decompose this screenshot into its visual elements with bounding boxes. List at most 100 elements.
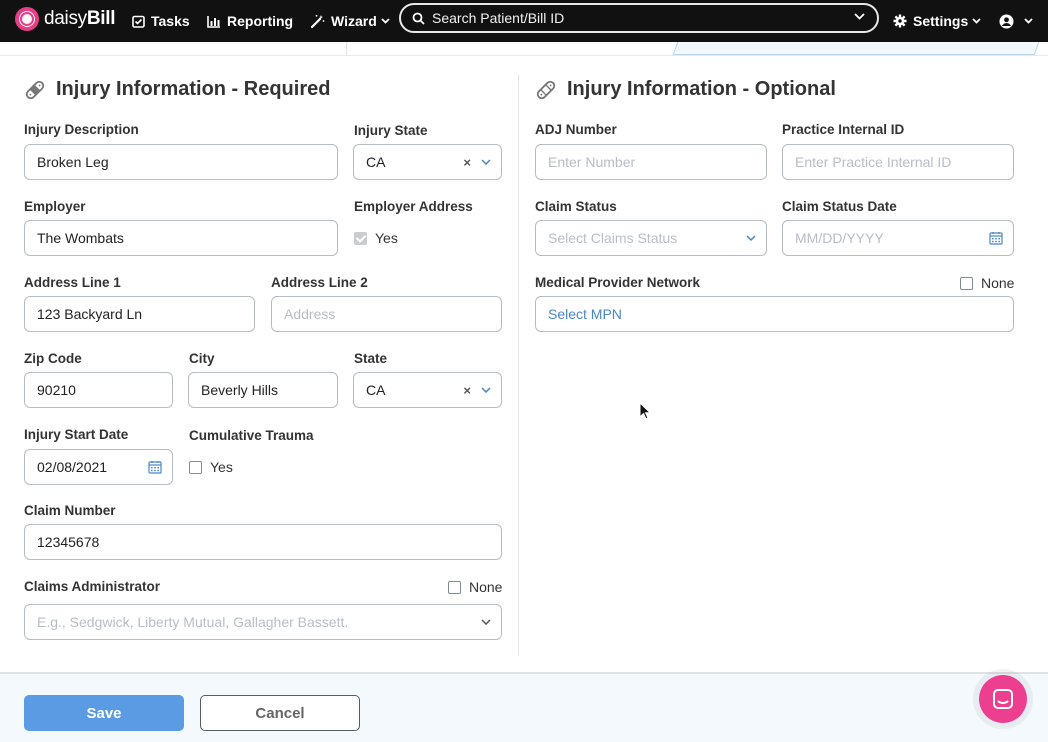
chevron-down-icon[interactable]: [481, 159, 491, 165]
mpn-select[interactable]: Select MPN: [535, 296, 1014, 332]
employer-field[interactable]: [24, 220, 338, 256]
injury-description-input[interactable]: [37, 154, 337, 170]
checkbox-checked[interactable]: [354, 231, 367, 245]
claim-number-label: Claim Number: [24, 503, 116, 518]
address-line1-input[interactable]: [37, 306, 254, 322]
nav-settings[interactable]: Settings: [893, 0, 987, 42]
injury-state-value: CA: [366, 154, 386, 170]
nav-wizard-label: Wizard: [331, 13, 377, 29]
injury-description-field[interactable]: [24, 144, 338, 180]
search-input[interactable]: [432, 10, 852, 26]
column-divider: [518, 74, 519, 656]
section-title-required-text: Injury Information - Required: [56, 78, 331, 100]
logo-text-light: daisy: [44, 8, 87, 29]
claim-status-select[interactable]: Select Claims Status: [535, 220, 767, 256]
claims-administrator-none-checkbox[interactable]: None: [448, 579, 502, 595]
bar-chart-icon: [207, 15, 220, 28]
claim-status-date-field[interactable]: [782, 220, 1014, 256]
address-line2-input[interactable]: [284, 306, 501, 322]
patient-bill-search[interactable]: [399, 3, 879, 33]
calendar-icon[interactable]: [148, 460, 162, 474]
injury-start-date-field[interactable]: [24, 449, 173, 485]
zip-code-label: Zip Code: [24, 351, 82, 366]
chevron-down-icon[interactable]: [854, 13, 865, 20]
mpn-none-checkbox[interactable]: None: [960, 275, 1014, 291]
chevron-down-icon: [381, 18, 390, 24]
nav-reporting[interactable]: Reporting: [207, 0, 293, 42]
chevron-down-icon[interactable]: [481, 619, 491, 625]
chevron-down-icon: [972, 18, 981, 24]
gear-icon: [893, 14, 907, 28]
active-tab-edge[interactable]: [672, 42, 1040, 55]
employer-label: Employer: [24, 199, 86, 214]
claims-administrator-none-label: None: [469, 579, 503, 595]
claim-number-field[interactable]: [24, 524, 502, 560]
checkbox-unchecked[interactable]: [189, 460, 202, 474]
mouse-cursor-icon: [639, 402, 651, 420]
medical-provider-network-label: Medical Provider Network: [535, 275, 701, 290]
claim-status-label: Claim Status: [535, 199, 617, 214]
employer-address-yes-checkbox[interactable]: Yes: [354, 230, 398, 246]
bandage-icon: [25, 80, 45, 99]
checkbox-unchecked[interactable]: [448, 580, 461, 594]
nav-tasks[interactable]: Tasks: [132, 0, 190, 42]
claims-administrator-placeholder: E.g., Sedgwick, Liberty Mutual, Gallaghe…: [37, 614, 349, 630]
injury-description-label: Injury Description: [24, 122, 139, 137]
tab-separator: [346, 42, 347, 55]
adj-number-label: ADJ Number: [535, 122, 617, 137]
employer-address-label: Employer Address: [354, 199, 473, 214]
employer-input[interactable]: [37, 230, 337, 246]
mpn-placeholder: Select MPN: [548, 306, 622, 322]
practice-internal-id-input[interactable]: [795, 154, 1013, 170]
daisy-flower-icon: [15, 7, 39, 31]
city-field[interactable]: [188, 372, 338, 408]
top-navbar: daisyBill Tasks Reporting Wizard Setting…: [0, 0, 1048, 42]
nav-wizard[interactable]: Wizard: [310, 0, 396, 42]
cumulative-trauma-yes-checkbox[interactable]: Yes: [189, 459, 233, 475]
chevron-down-icon[interactable]: [746, 235, 756, 241]
magic-wand-icon: [310, 14, 325, 28]
adj-number-field[interactable]: [535, 144, 767, 180]
claims-administrator-select[interactable]: E.g., Sedgwick, Liberty Mutual, Gallaghe…: [24, 604, 502, 640]
address-line1-field[interactable]: [24, 296, 255, 332]
city-input[interactable]: [201, 382, 337, 398]
claim-status-placeholder: Select Claims Status: [548, 230, 678, 246]
chevron-down-icon: [1024, 18, 1033, 24]
claim-status-date-input[interactable]: [795, 230, 1013, 246]
cancel-button[interactable]: Cancel: [200, 695, 360, 731]
city-label: City: [189, 351, 215, 366]
chat-launcher-button[interactable]: [979, 675, 1027, 723]
practice-internal-id-label: Practice Internal ID: [782, 122, 905, 137]
state-select[interactable]: CA ×: [353, 372, 502, 408]
adj-number-input[interactable]: [548, 154, 766, 170]
checkbox-unchecked[interactable]: [960, 276, 973, 290]
claim-status-date-label: Claim Status Date: [782, 199, 897, 214]
employer-address-yes-label: Yes: [375, 230, 398, 246]
logo-text-bold: Bill: [86, 8, 116, 29]
practice-internal-id-field[interactable]: [782, 144, 1014, 180]
nav-reporting-label: Reporting: [227, 13, 294, 29]
calendar-icon[interactable]: [989, 231, 1003, 245]
cumulative-trauma-yes-label: Yes: [210, 459, 233, 475]
zip-code-input[interactable]: [37, 382, 172, 398]
address-line2-field[interactable]: [271, 296, 502, 332]
injury-state-select[interactable]: CA ×: [353, 144, 502, 180]
tab-strip: [0, 42, 1048, 56]
zip-code-field[interactable]: [24, 372, 173, 408]
bandage-icon: [536, 80, 556, 99]
chevron-down-icon[interactable]: [481, 387, 491, 393]
clear-icon[interactable]: ×: [463, 155, 471, 170]
daisybill-logo[interactable]: daisyBill: [15, 7, 116, 31]
section-title-optional: Injury Information - Optional: [535, 78, 836, 101]
user-menu[interactable]: [999, 0, 1039, 42]
claim-number-input[interactable]: [37, 534, 501, 550]
nav-tasks-label: Tasks: [151, 13, 190, 29]
checklist-icon: [132, 15, 145, 28]
clear-icon[interactable]: ×: [463, 383, 471, 398]
section-title-required: Injury Information - Required: [24, 78, 330, 101]
address-line2-label: Address Line 2: [271, 275, 368, 290]
injury-state-label: Injury State: [354, 123, 428, 138]
save-button[interactable]: Save: [24, 695, 184, 731]
cumulative-trauma-label: Cumulative Trauma: [189, 428, 314, 443]
nav-settings-label: Settings: [913, 13, 969, 29]
